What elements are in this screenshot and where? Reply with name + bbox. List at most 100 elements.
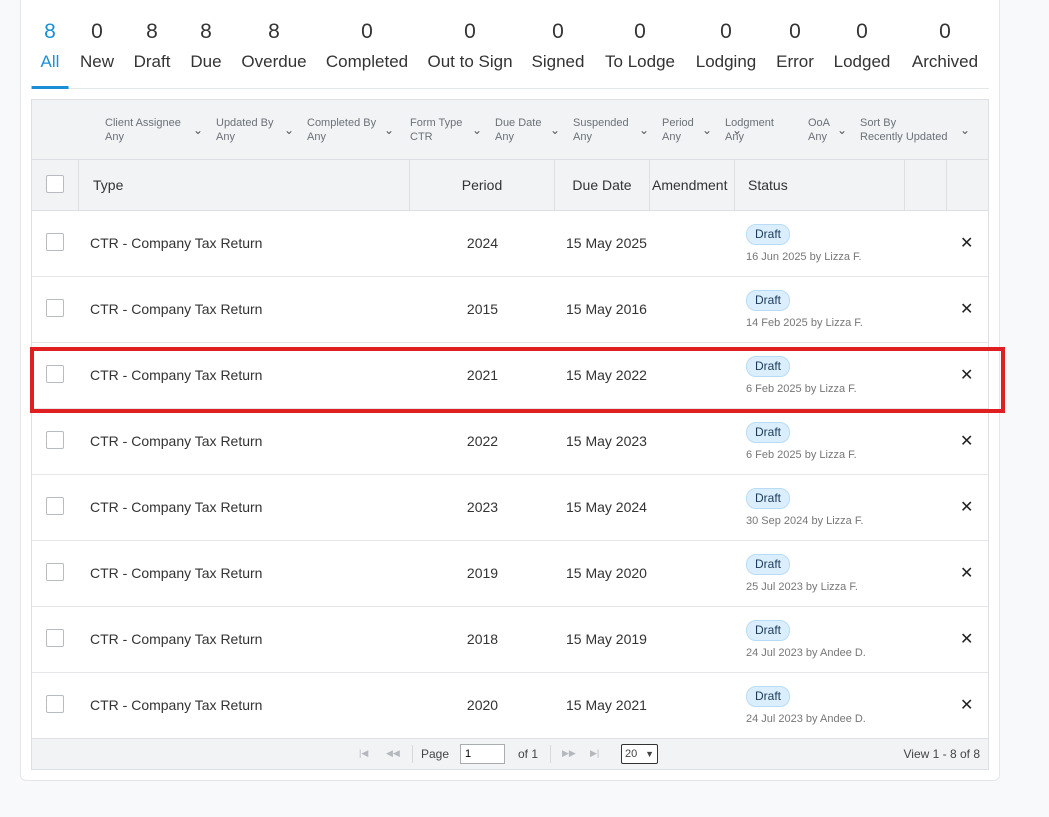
table-row[interactable]: CTR - Company Tax Return 2023 15 May 2024 D… [32, 475, 988, 541]
prev-page-icon[interactable]: ◀◀ [386, 748, 400, 759]
status-badge: Draft [746, 620, 791, 641]
row-type: CTR - Company Tax Return [90, 499, 263, 515]
column-header-period[interactable]: Period [410, 160, 555, 210]
filter-client-assignee[interactable]: Client Assignee Any [105, 117, 181, 144]
close-icon[interactable]: ✕ [960, 629, 973, 649]
tab-lodging[interactable]: 0 Lodging [696, 0, 757, 89]
filter-updated-by[interactable]: Updated By Any [216, 117, 273, 144]
tab-new[interactable]: 0 New [80, 0, 114, 89]
tab-archived[interactable]: 0 Archived [912, 0, 978, 89]
filter-label: Completed By [307, 117, 377, 129]
row-checkbox[interactable] [46, 431, 64, 449]
filter-form-type[interactable]: Form Type CTR [410, 117, 462, 144]
row-checkbox[interactable] [46, 563, 64, 581]
tab-label: Lodged [833, 52, 891, 71]
filter-due-date[interactable]: Due Date Any [495, 117, 541, 144]
tab-signed[interactable]: 0 Signed [532, 0, 585, 89]
row-due-date: 15 May 2019 [566, 631, 647, 647]
tab-out-to-sign[interactable]: 0 Out to Sign [427, 0, 512, 89]
chevron-down-icon[interactable]: ⌄ [472, 123, 482, 137]
table-row[interactable]: CTR - Company Tax Return 2018 15 May 2019 D… [32, 607, 988, 673]
tab-completed[interactable]: 0 Completed [326, 0, 408, 89]
status-badge: Draft [746, 290, 791, 311]
filter-value: Any [573, 131, 592, 143]
first-page-icon[interactable]: |◀ [359, 748, 368, 759]
chevron-down-icon[interactable]: ⌄ [960, 123, 970, 137]
table-row[interactable]: CTR - Company Tax Return 2021 15 May 2022 D… [32, 343, 988, 409]
table-row[interactable]: CTR - Company Tax Return 2024 15 May 2025 D… [32, 211, 988, 277]
close-icon[interactable]: ✕ [960, 299, 973, 319]
table-row[interactable]: CTR - Company Tax Return 2020 15 May 2021 D… [32, 673, 988, 739]
chevron-down-icon[interactable]: ⌄ [284, 123, 294, 137]
filter-ooa[interactable]: OoA Any [808, 117, 830, 144]
table-row[interactable]: CTR - Company Tax Return 2019 15 May 2020 D… [32, 541, 988, 607]
chevron-down-icon[interactable]: ⌄ [639, 123, 649, 137]
tab-to-lodge[interactable]: 0 To Lodge [605, 0, 675, 89]
tab-count: 0 [634, 20, 646, 43]
row-due-date: 15 May 2016 [566, 301, 647, 317]
row-checkbox[interactable] [46, 695, 64, 713]
row-due-date: 15 May 2022 [566, 367, 647, 383]
last-page-icon[interactable]: ▶| [590, 748, 599, 759]
chevron-down-icon[interactable]: ⌄ [732, 123, 742, 137]
column-header-amendment[interactable]: Amendment [650, 160, 735, 210]
tab-label: To Lodge [605, 52, 675, 71]
row-period: 2024 [466, 235, 499, 251]
table-row[interactable]: CTR - Company Tax Return 2015 15 May 2016 D… [32, 277, 988, 343]
close-icon[interactable]: ✕ [960, 563, 973, 583]
close-icon[interactable]: ✕ [960, 365, 973, 385]
close-icon[interactable]: ✕ [960, 695, 973, 715]
row-type: CTR - Company Tax Return [90, 631, 263, 647]
row-period: 2023 [466, 499, 499, 515]
column-header-type[interactable]: Type [79, 160, 410, 210]
row-checkbox[interactable] [46, 497, 64, 515]
tab-lodged[interactable]: 0 Lodged [834, 0, 891, 89]
filter-completed-by[interactable]: Completed By Any [307, 117, 376, 144]
row-checkbox[interactable] [46, 299, 64, 317]
row-checkbox[interactable] [46, 629, 64, 647]
row-due-date: 15 May 2023 [566, 433, 647, 449]
row-period: 2020 [466, 697, 499, 713]
tab-all[interactable]: 8 All [31, 0, 69, 89]
tab-error[interactable]: 0 Error [776, 0, 814, 89]
column-header-status[interactable]: Status [735, 160, 905, 210]
row-type: CTR - Company Tax Return [90, 433, 263, 449]
tab-count: 0 [720, 20, 732, 43]
table-row[interactable]: CTR - Company Tax Return 2022 15 May 2023 D… [32, 409, 988, 475]
tab-overdue[interactable]: 8 Overdue [241, 0, 306, 89]
column-header-due-date[interactable]: Due Date [555, 160, 650, 210]
chevron-down-icon[interactable]: ⌄ [550, 123, 560, 137]
filter-label: Form Type [410, 117, 463, 129]
next-page-icon[interactable]: ▶▶ [562, 748, 576, 759]
close-icon[interactable]: ✕ [960, 233, 973, 253]
chevron-down-icon[interactable]: ⌄ [384, 123, 394, 137]
row-updated-meta: 30 Sep 2024 by Lizza F. [746, 515, 864, 527]
page-number-input[interactable] [460, 744, 505, 764]
tab-due[interactable]: 8 Due [190, 0, 221, 89]
filter-value: Any [307, 131, 326, 143]
close-icon[interactable]: ✕ [960, 431, 973, 451]
page-label: Page [421, 747, 450, 761]
row-updated-meta: 24 Jul 2023 by Andee D. [746, 713, 866, 725]
tab-label: Lodging [695, 52, 757, 71]
close-icon[interactable]: ✕ [960, 497, 973, 517]
row-updated-meta: 6 Feb 2025 by Lizza F. [746, 383, 857, 395]
view-range-text: View 1 - 8 of 8 [903, 747, 981, 761]
row-type: CTR - Company Tax Return [90, 301, 263, 317]
status-badge: Draft [746, 422, 791, 443]
select-all-checkbox[interactable] [46, 175, 64, 193]
tab-draft[interactable]: 8 Draft [134, 0, 171, 89]
page-size-select[interactable]: 20 ▼ [621, 744, 658, 764]
filter-value: Any [495, 131, 514, 143]
row-checkbox[interactable] [46, 365, 64, 383]
select-all-cell [32, 160, 79, 210]
row-checkbox[interactable] [46, 233, 64, 251]
tab-label: Completed [325, 52, 409, 71]
chevron-down-icon[interactable]: ⌄ [702, 123, 712, 137]
chevron-down-icon[interactable]: ⌄ [193, 123, 203, 137]
filter-sort-by[interactable]: Sort By Recently Updated [860, 117, 947, 144]
tab-label: Draft [133, 52, 171, 71]
chevron-down-icon[interactable]: ⌄ [837, 123, 847, 137]
filter-suspended[interactable]: Suspended Any [573, 117, 629, 144]
filter-period[interactable]: Period Any [662, 117, 694, 144]
